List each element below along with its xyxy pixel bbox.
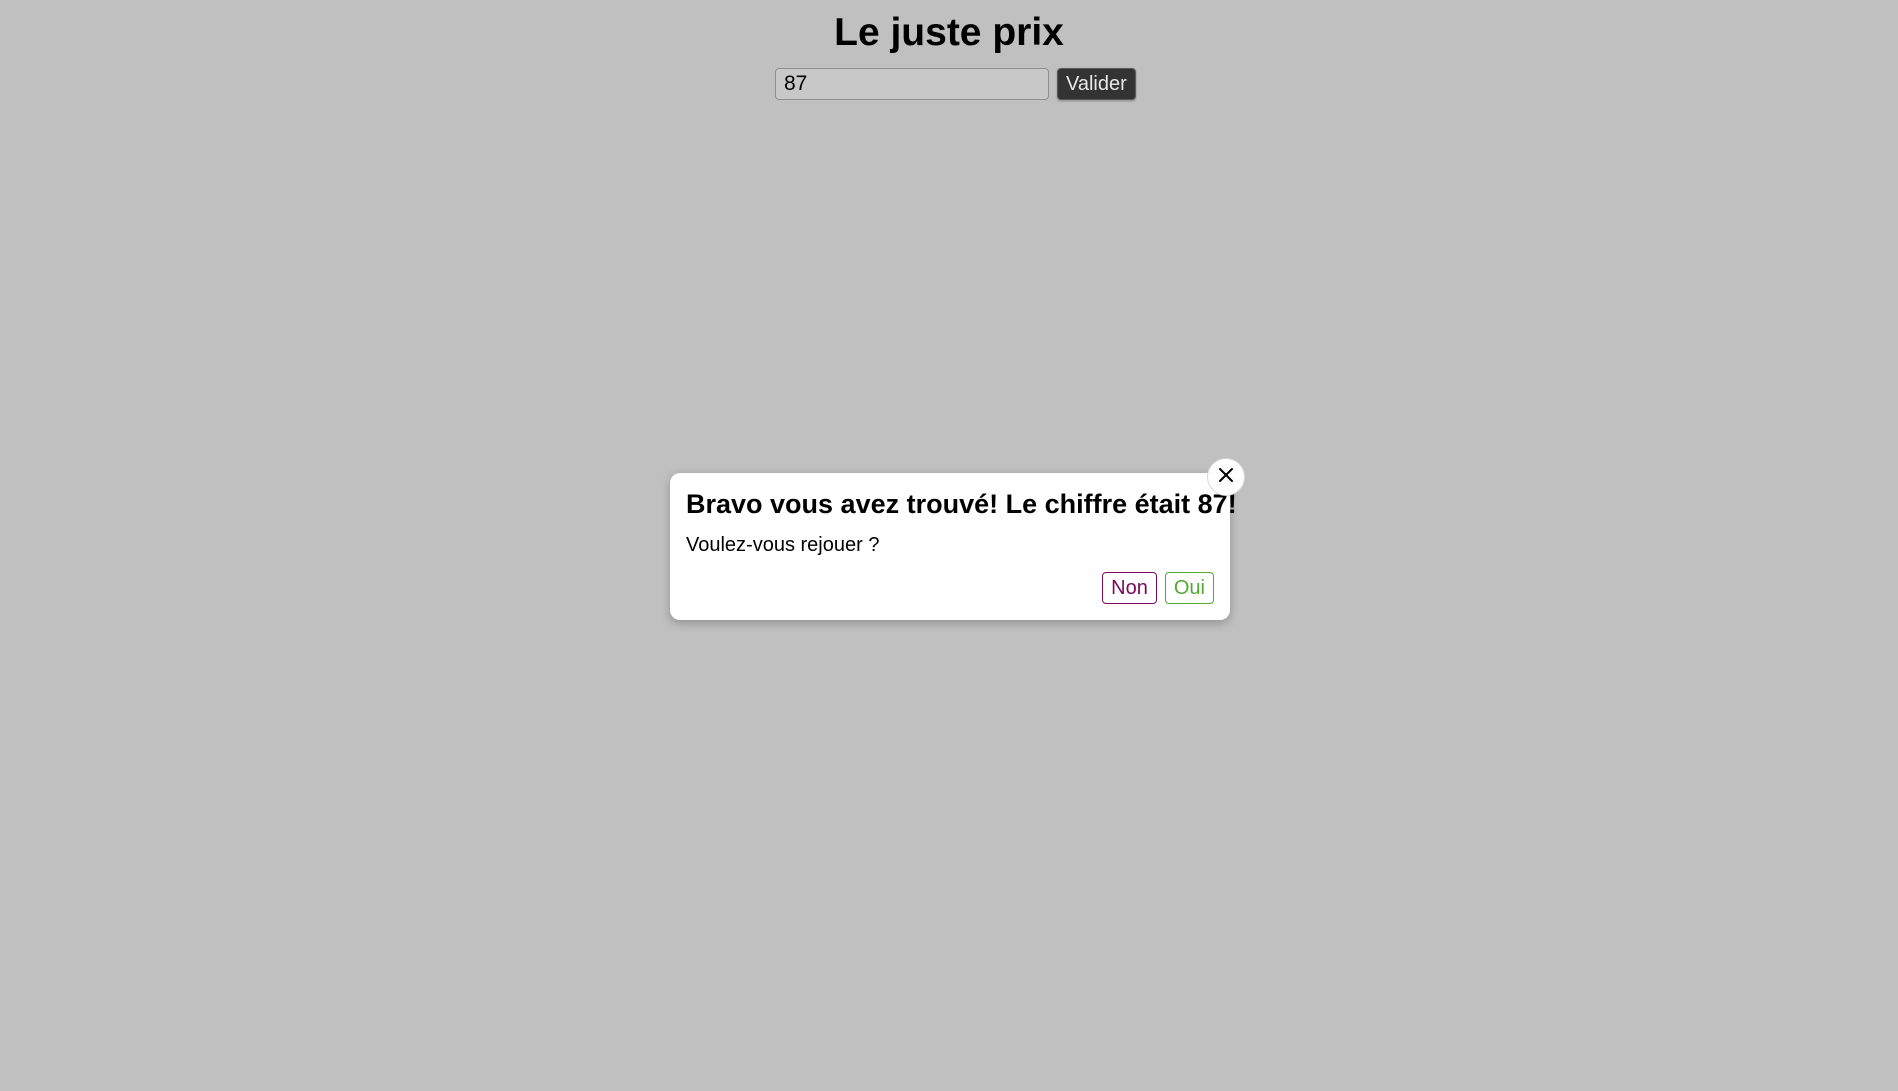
guess-form: Valider [775,68,1136,100]
close-icon [1218,467,1234,488]
modal-message: Voulez-vous rejouer ? [686,534,880,556]
submit-button[interactable]: Valider [1057,68,1136,100]
modal-title: Bravo vous avez trouvé! Le chiffre était… [686,489,1237,519]
guess-input[interactable] [775,68,1049,100]
no-button[interactable]: Non [1102,572,1157,604]
yes-button[interactable]: Oui [1164,572,1214,604]
page-title: Le juste prix [834,11,1064,54]
modal-actions: Non Oui [1102,572,1214,604]
result-modal: Bravo vous avez trouvé! Le chiffre était… [670,473,1237,620]
close-button[interactable] [1207,458,1245,496]
